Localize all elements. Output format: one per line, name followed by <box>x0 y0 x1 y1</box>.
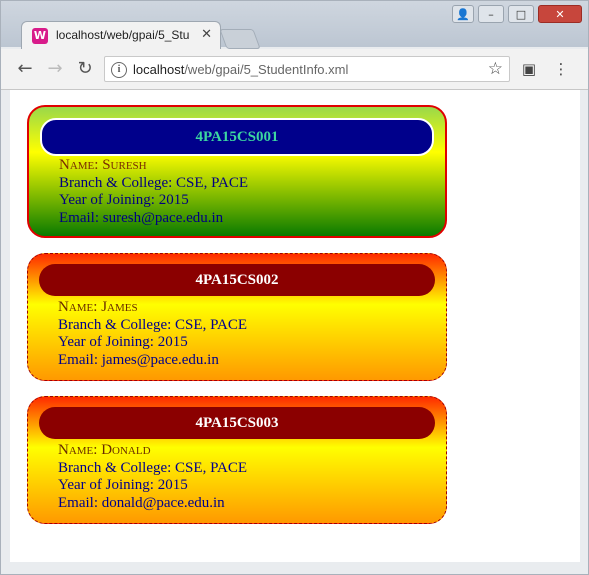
menu-dots-icon[interactable]: ⋮ <box>551 59 571 79</box>
student-year: Year of Joining: 2015 <box>59 192 189 208</box>
forward-arrow-icon[interactable]: → <box>45 59 65 79</box>
student-name: Name: James <box>58 299 138 315</box>
site-favicon-icon: W <box>32 28 48 44</box>
student-roll-number: 4PA15CS003 <box>39 407 435 439</box>
url-text: localhost/web/gpai/5_StudentInfo.xml <box>133 62 348 77</box>
url-path: /web/gpai/5_StudentInfo.xml <box>184 62 349 77</box>
student-details: Name: Donald Branch & College: CSE, PACE… <box>58 442 247 512</box>
browser-window: W localhost/web/gpai/5_Stu ✕ 👤 – □ ✕ ← →… <box>0 0 589 575</box>
window-controls: 👤 – □ ✕ <box>452 5 582 23</box>
student-branch: Branch & College: CSE, PACE <box>58 316 248 333</box>
url-host: localhost <box>133 62 185 77</box>
student-details: Name: Suresh Branch & College: CSE, PACE… <box>59 157 248 227</box>
student-branch: Branch & College: CSE, PACE <box>58 459 248 476</box>
student-branch: Branch & College: CSE, PACE <box>59 174 249 191</box>
student-year: Year of Joining: 2015 <box>58 477 188 493</box>
student-email: Email: james@pace.edu.in <box>58 351 219 368</box>
student-email: Email: suresh@pace.edu.in <box>59 209 224 226</box>
student-details: Name: James Branch & College: CSE, PACE … <box>58 299 247 369</box>
new-tab-button[interactable] <box>219 29 261 49</box>
user-profile-icon[interactable]: 👤 <box>452 5 474 23</box>
page-content: 4PA15CS001 Name: Suresh Branch & College… <box>10 90 580 562</box>
student-name: Name: Suresh <box>59 157 147 173</box>
address-bar[interactable]: i localhost/web/gpai/5_StudentInfo.xml ☆ <box>104 56 510 82</box>
student-year: Year of Joining: 2015 <box>58 334 188 350</box>
student-card: 4PA15CS003 Name: Donald Branch & College… <box>27 396 447 524</box>
student-card: 4PA15CS002 Name: James Branch & College:… <box>27 253 447 381</box>
info-icon[interactable]: i <box>111 62 127 78</box>
student-roll-number: 4PA15CS002 <box>39 264 435 296</box>
title-bar: W localhost/web/gpai/5_Stu ✕ 👤 – □ ✕ <box>1 1 588 49</box>
close-window-button[interactable]: ✕ <box>538 5 582 23</box>
browser-tab[interactable]: W localhost/web/gpai/5_Stu ✕ <box>21 21 221 49</box>
back-arrow-icon[interactable]: ← <box>15 59 35 79</box>
student-email: Email: donald@pace.edu.in <box>58 494 225 511</box>
student-name: Name: Donald <box>58 442 151 458</box>
cast-extension-icon[interactable]: ▣ <box>519 59 539 79</box>
tab-title: localhost/web/gpai/5_Stu <box>56 28 190 42</box>
student-roll-number: 4PA15CS001 <box>40 118 434 156</box>
reload-icon[interactable]: ↻ <box>75 59 95 79</box>
student-card: 4PA15CS001 Name: Suresh Branch & College… <box>27 105 447 238</box>
close-tab-icon[interactable]: ✕ <box>201 27 212 42</box>
maximize-button[interactable]: □ <box>508 5 534 23</box>
bookmark-star-icon[interactable]: ☆ <box>488 59 503 79</box>
browser-toolbar: ← → ↻ i localhost/web/gpai/5_StudentInfo… <box>1 49 588 90</box>
minimize-button[interactable]: – <box>478 5 504 23</box>
